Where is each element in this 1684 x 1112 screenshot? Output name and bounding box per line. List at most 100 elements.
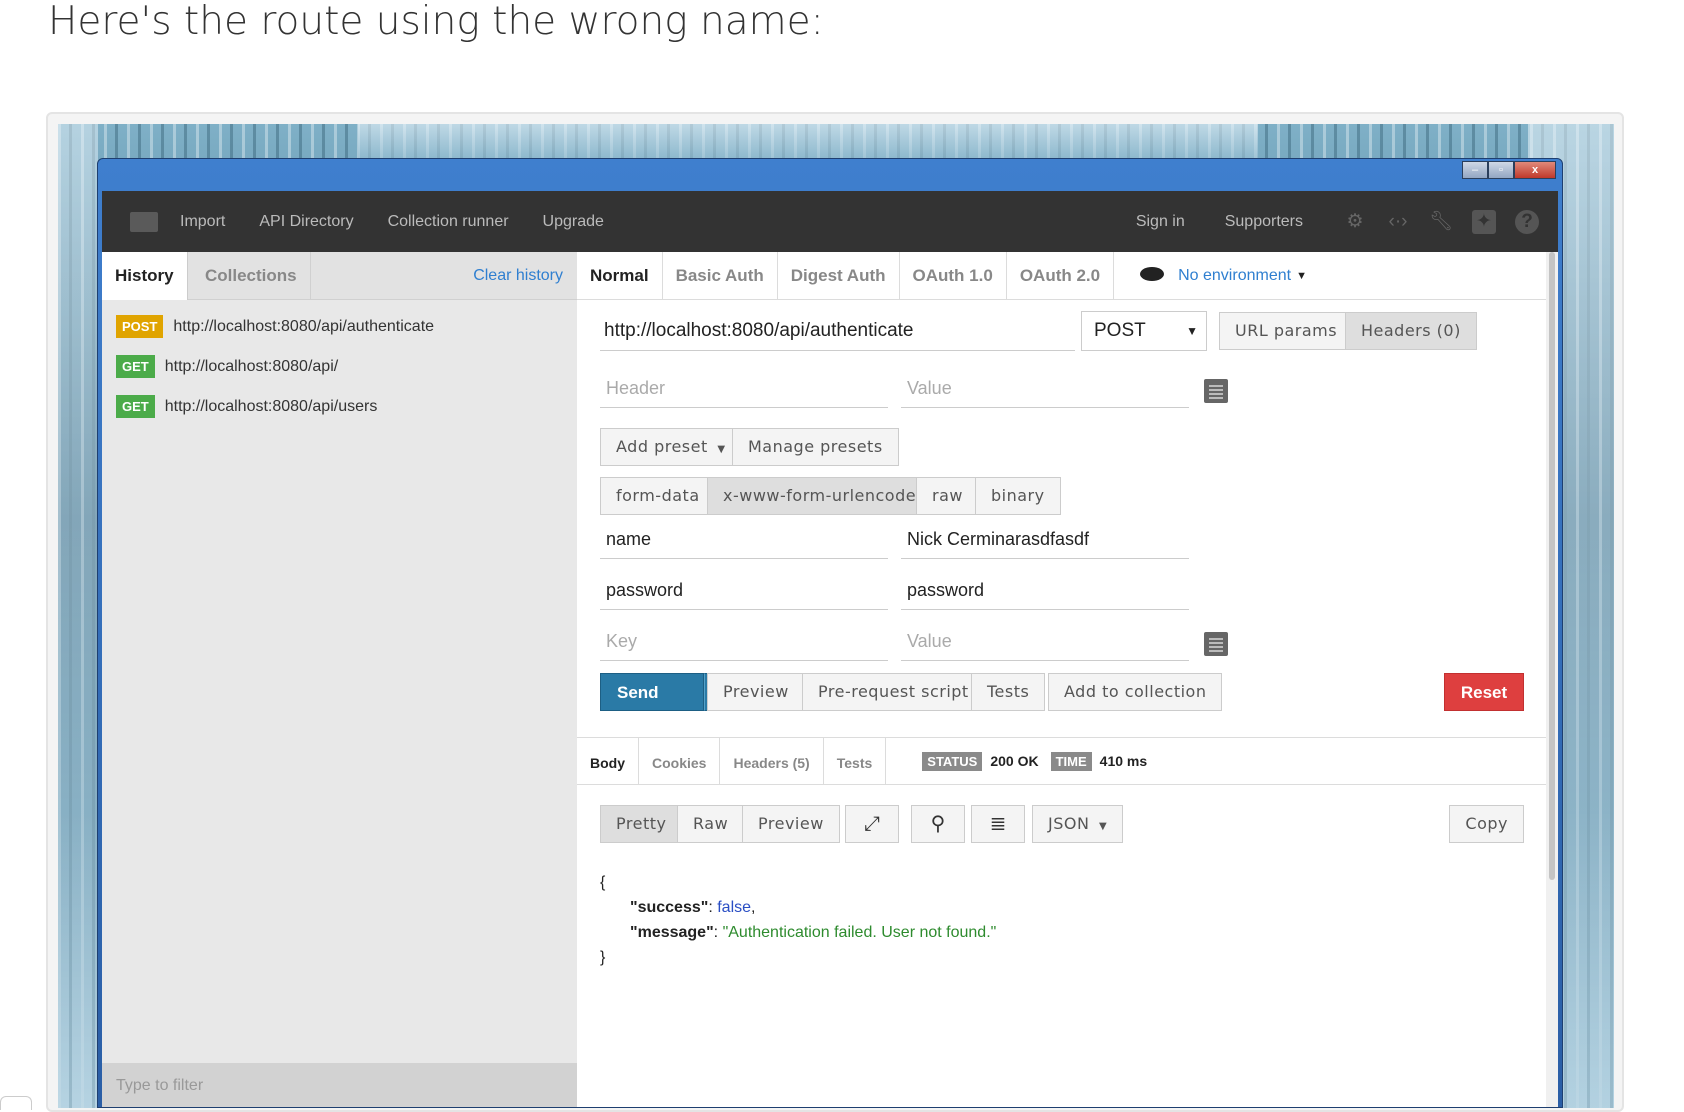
json-value: false bbox=[717, 899, 752, 916]
response-tabs: Body Cookies Headers (5) Tests STATUS 20… bbox=[577, 737, 1546, 785]
json-line: "message": "Authentication failed. User … bbox=[630, 924, 997, 941]
environment-label: No environment bbox=[1178, 266, 1292, 284]
auth-tabs: Normal Basic Auth Digest Auth OAuth 1.0 … bbox=[577, 252, 1546, 300]
new-value-input[interactable]: Value bbox=[901, 621, 1189, 661]
param-value-input[interactable]: Nick Cerminarasdfasdf bbox=[901, 519, 1189, 559]
chevron-down-icon: ▼ bbox=[1186, 324, 1198, 338]
param-key-input[interactable]: name bbox=[600, 519, 888, 559]
param-value-input[interactable]: password bbox=[901, 570, 1189, 610]
tab-cookies[interactable]: Cookies bbox=[639, 737, 721, 785]
window-controls: – ▫ x bbox=[1462, 161, 1556, 179]
method-badge: POST bbox=[116, 315, 164, 338]
tab-headers[interactable]: Headers (5) bbox=[720, 737, 824, 785]
sign-in-link[interactable]: Sign in bbox=[1136, 213, 1185, 231]
tab-tests[interactable]: Tests bbox=[824, 737, 887, 785]
body-type-raw[interactable]: raw bbox=[916, 477, 979, 515]
response-status: STATUS 200 OK TIME 410 ms bbox=[922, 751, 1148, 771]
json-key: "success" bbox=[630, 899, 709, 916]
clear-history-link[interactable]: Clear history bbox=[473, 252, 563, 300]
history-url: http://localhost:8080/api/ bbox=[164, 357, 339, 375]
minimize-button[interactable]: – bbox=[1462, 161, 1488, 179]
help-icon[interactable]: ? bbox=[1515, 209, 1539, 234]
status-value: 200 OK bbox=[990, 753, 1039, 769]
nav-api-directory[interactable]: API Directory bbox=[259, 213, 353, 231]
url-input[interactable]: http://localhost:8080/api/authenticate bbox=[600, 311, 1075, 351]
tab-digest-auth[interactable]: Digest Auth bbox=[778, 252, 900, 300]
body-type-binary[interactable]: binary bbox=[975, 477, 1061, 515]
json-close-brace: } bbox=[600, 949, 606, 966]
format-select[interactable]: JSON ▼ bbox=[1032, 805, 1124, 843]
tab-basic-auth[interactable]: Basic Auth bbox=[663, 252, 778, 300]
bulk-edit-icon[interactable] bbox=[1204, 632, 1228, 656]
nav-import[interactable]: Import bbox=[180, 213, 225, 231]
url-params-button[interactable]: URL params bbox=[1219, 312, 1354, 350]
caret-down-icon: ▼ bbox=[717, 444, 726, 455]
interceptor-icon[interactable]: ⚙ bbox=[1343, 210, 1367, 234]
history-item[interactable]: GET http://localhost:8080/api/users bbox=[116, 395, 377, 418]
header-value-input[interactable]: Value bbox=[901, 368, 1189, 408]
history-item[interactable]: GET http://localhost:8080/api/ bbox=[116, 355, 338, 378]
search-icon[interactable]: ⚲ bbox=[911, 805, 965, 843]
add-to-collection-button[interactable]: Add to collection bbox=[1048, 673, 1223, 711]
header-key-input[interactable]: Header bbox=[600, 368, 888, 408]
wrench-icon[interactable]: 🔧︎ bbox=[1429, 210, 1453, 234]
fullscreen-icon[interactable]: ⤢ bbox=[845, 805, 899, 843]
filter-input[interactable]: Type to filter bbox=[102, 1063, 577, 1107]
nav-collection-runner[interactable]: Collection runner bbox=[388, 213, 509, 231]
preview-button[interactable]: Preview bbox=[707, 673, 805, 711]
method-value: POST bbox=[1094, 320, 1146, 341]
copy-button[interactable]: Copy bbox=[1449, 805, 1524, 843]
tab-history[interactable]: History bbox=[102, 252, 188, 300]
sidebar-tabs: History Collections Clear history bbox=[102, 252, 577, 300]
postman-app: Import API Directory Collection runner U… bbox=[102, 191, 1558, 1107]
sidebar: History Collections Clear history POST h… bbox=[102, 252, 577, 1107]
tests-button[interactable]: Tests bbox=[971, 673, 1046, 711]
tab-body[interactable]: Body bbox=[577, 737, 639, 785]
method-badge: GET bbox=[116, 395, 155, 418]
supporters-link[interactable]: Supporters bbox=[1225, 213, 1303, 231]
top-bar: Import API Directory Collection runner U… bbox=[102, 191, 1558, 252]
app-window: – ▫ x Import API Directory Collection ru… bbox=[97, 158, 1563, 1108]
history-url: http://localhost:8080/api/authenticate bbox=[173, 317, 435, 335]
scrollbar[interactable] bbox=[1546, 252, 1558, 1107]
view-preview-button[interactable]: Preview bbox=[742, 805, 840, 843]
bulk-edit-icon[interactable] bbox=[1204, 379, 1228, 403]
add-preset-button[interactable]: Add preset ▼ bbox=[600, 428, 742, 466]
code-icon[interactable]: ‹·› bbox=[1386, 210, 1410, 234]
json-line: "success": false, bbox=[630, 899, 756, 916]
send-button[interactable]: Send bbox=[600, 673, 704, 711]
param-key-input[interactable]: password bbox=[600, 570, 888, 610]
twitter-icon[interactable]: ✦ bbox=[1472, 209, 1496, 234]
response-body: { "success": false, "message": "Authenti… bbox=[600, 870, 996, 970]
environment-selector[interactable]: No environment ▼ bbox=[1140, 252, 1307, 299]
tab-oauth2[interactable]: OAuth 2.0 bbox=[1007, 252, 1115, 300]
add-preset-label: Add preset bbox=[616, 437, 708, 456]
history-item[interactable]: POST http://localhost:8080/api/authentic… bbox=[116, 315, 434, 338]
scrollbar-thumb[interactable] bbox=[1549, 252, 1555, 880]
reset-button[interactable]: Reset bbox=[1444, 673, 1524, 711]
tab-normal[interactable]: Normal bbox=[577, 252, 663, 300]
json-key: "message" bbox=[630, 924, 714, 941]
request-pane: Normal Basic Auth Digest Auth OAuth 1.0 … bbox=[577, 252, 1546, 1107]
tab-oauth1[interactable]: OAuth 1.0 bbox=[900, 252, 1007, 300]
sidebar-toggle-icon[interactable] bbox=[130, 211, 158, 232]
method-select[interactable]: POST ▼ bbox=[1081, 311, 1207, 351]
eye-icon[interactable] bbox=[1140, 266, 1165, 281]
nav-upgrade[interactable]: Upgrade bbox=[543, 213, 604, 231]
body-type-urlencoded[interactable]: x-www-form-urlencoded bbox=[707, 477, 943, 515]
manage-presets-button[interactable]: Manage presets bbox=[732, 428, 899, 466]
wrap-text-icon[interactable]: ≣ bbox=[971, 805, 1025, 843]
caret-down-icon: ▼ bbox=[1099, 821, 1108, 832]
view-raw-button[interactable]: Raw bbox=[677, 805, 745, 843]
time-value: 410 ms bbox=[1099, 753, 1148, 769]
close-button[interactable]: x bbox=[1514, 161, 1556, 179]
body-type-form-data[interactable]: form-data bbox=[600, 477, 716, 515]
tab-collections[interactable]: Collections bbox=[192, 252, 311, 300]
json-open-brace: { bbox=[600, 874, 606, 891]
new-key-input[interactable]: Key bbox=[600, 621, 888, 661]
method-badge: GET bbox=[116, 355, 155, 378]
pre-request-script-button[interactable]: Pre-request script bbox=[802, 673, 985, 711]
view-pretty-button[interactable]: Pretty bbox=[600, 805, 683, 843]
maximize-button[interactable]: ▫ bbox=[1488, 161, 1514, 179]
headers-button[interactable]: Headers (0) bbox=[1345, 312, 1477, 350]
